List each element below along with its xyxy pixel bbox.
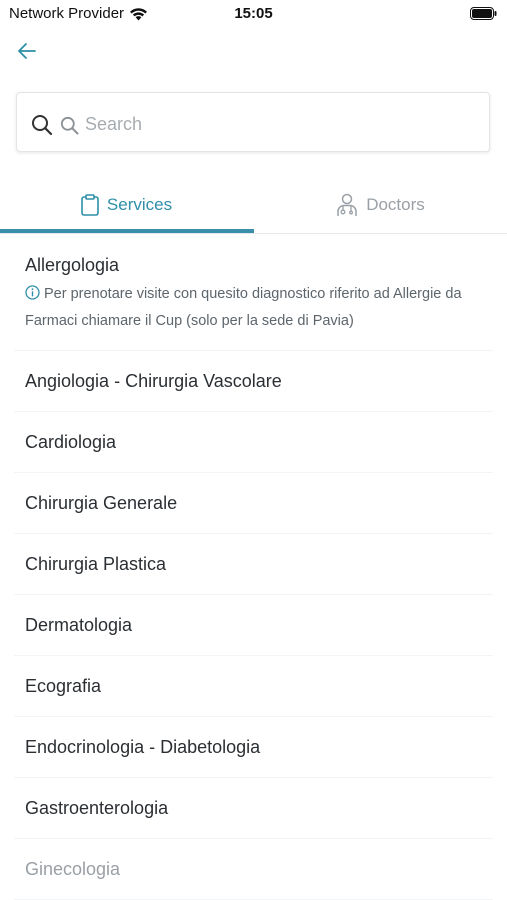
- service-name: Gastroenterologia: [25, 797, 169, 818]
- active-tab-indicator: [0, 229, 254, 233]
- info-icon: [25, 285, 40, 300]
- list-item[interactable]: Cardiologia: [14, 412, 493, 473]
- service-name: Chirurgia Plastica: [25, 553, 167, 574]
- tab-bar: Services Doctors: [0, 180, 507, 234]
- search-input[interactable]: [83, 107, 477, 141]
- list-item-allergologia[interactable]: Allergologia Per prenotare visite con qu…: [14, 236, 493, 351]
- list-item[interactable]: Chirurgia Plastica: [14, 534, 493, 595]
- list-item[interactable]: Endocrinologia - Diabetologia: [14, 717, 493, 778]
- service-name: Dermatologia: [25, 614, 133, 635]
- list-item[interactable]: Dermatologia: [14, 595, 493, 656]
- service-name: Ecografia: [25, 675, 102, 696]
- battery-icon: [470, 7, 497, 20]
- clipboard-icon: [81, 194, 99, 216]
- tab-services[interactable]: Services: [0, 180, 253, 230]
- service-note: Per prenotare visite con quesito diagnos…: [25, 281, 493, 335]
- search-icon: [32, 115, 53, 136]
- service-name: Cardiologia: [25, 431, 117, 452]
- search-box[interactable]: [16, 92, 490, 152]
- tab-doctors-label: Doctors: [366, 195, 425, 214]
- tab-services-label: Services: [106, 195, 173, 214]
- service-name: Ginecologia: [25, 858, 121, 879]
- service-list: Allergologia Per prenotare visite con qu…: [0, 236, 507, 900]
- search-field-icon: [60, 116, 79, 135]
- doctor-icon: [337, 193, 357, 216]
- status-bar: Network Provider 15:05: [0, 0, 507, 30]
- list-item[interactable]: Angiologia - Chirurgia Vascolare: [14, 351, 493, 412]
- service-name: Angiologia - Chirurgia Vascolare: [25, 370, 282, 391]
- list-item[interactable]: Gastroenterologia: [14, 778, 493, 839]
- clock: 15:05: [234, 5, 273, 22]
- back-button[interactable]: [14, 38, 40, 64]
- service-name: Chirurgia Generale: [25, 492, 178, 513]
- service-name: Allergologia: [25, 255, 120, 275]
- list-item[interactable]: Ginecologia: [14, 839, 493, 900]
- list-item[interactable]: Ecografia: [14, 656, 493, 717]
- service-name: Endocrinologia - Diabetologia: [25, 736, 261, 757]
- service-note-text: Per prenotare visite con quesito diagnos…: [25, 286, 462, 329]
- list-item[interactable]: Chirurgia Generale: [14, 473, 493, 534]
- back-arrow-icon: [18, 43, 36, 59]
- tab-doctors[interactable]: Doctors: [254, 180, 507, 230]
